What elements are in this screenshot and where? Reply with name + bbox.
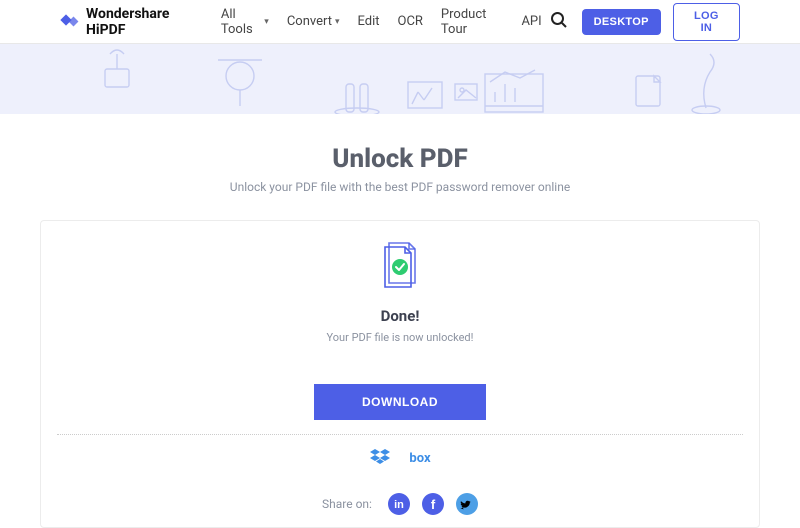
- nav-convert[interactable]: Convert▾: [287, 14, 340, 29]
- linkedin-icon[interactable]: in: [388, 493, 410, 515]
- nav-edit[interactable]: Edit: [357, 14, 379, 29]
- facebook-icon[interactable]: f: [422, 493, 444, 515]
- file-unlocked-icon: [379, 241, 421, 293]
- nav-ocr[interactable]: OCR: [398, 14, 423, 29]
- main-nav: All Tools▾ Convert▾ Edit OCR Product Tou…: [221, 7, 542, 37]
- svg-text:in: in: [394, 499, 404, 511]
- download-button[interactable]: DOWNLOAD: [314, 384, 486, 420]
- page-subtitle: Unlock your PDF file with the best PDF p…: [0, 180, 800, 194]
- page-title: Unlock PDF: [0, 144, 800, 174]
- dropbox-icon[interactable]: [369, 447, 391, 469]
- share-row: Share on: in f: [41, 493, 759, 515]
- nav-all-tools[interactable]: All Tools▾: [221, 7, 269, 37]
- title-block: Unlock PDF Unlock your PDF file with the…: [0, 114, 800, 194]
- desktop-button[interactable]: DESKTOP: [582, 9, 661, 35]
- brand-text: Wondershare HiPDF: [86, 6, 203, 38]
- box-icon[interactable]: box: [409, 451, 430, 466]
- hipdf-logo-icon: [60, 14, 80, 30]
- result-card: Done! Your PDF file is now unlocked! DOW…: [40, 220, 760, 528]
- header: Wondershare HiPDF All Tools▾ Convert▾ Ed…: [0, 0, 800, 44]
- nav-api[interactable]: API: [521, 14, 541, 29]
- login-button[interactable]: LOG IN: [673, 3, 740, 41]
- chevron-down-icon: ▾: [264, 17, 269, 27]
- search-icon[interactable]: [550, 11, 568, 33]
- twitter-icon[interactable]: [456, 493, 478, 515]
- done-message: Your PDF file is now unlocked!: [41, 331, 759, 344]
- brand-logo[interactable]: Wondershare HiPDF: [60, 6, 203, 38]
- svg-text:f: f: [431, 497, 436, 512]
- hero-banner: [0, 44, 800, 114]
- done-heading: Done!: [41, 307, 759, 325]
- chevron-down-icon: ▾: [335, 17, 340, 27]
- share-label: Share on:: [322, 497, 372, 511]
- divider: [57, 434, 743, 435]
- nav-product-tour[interactable]: Product Tour: [441, 7, 504, 37]
- cloud-save-row: box: [41, 447, 759, 469]
